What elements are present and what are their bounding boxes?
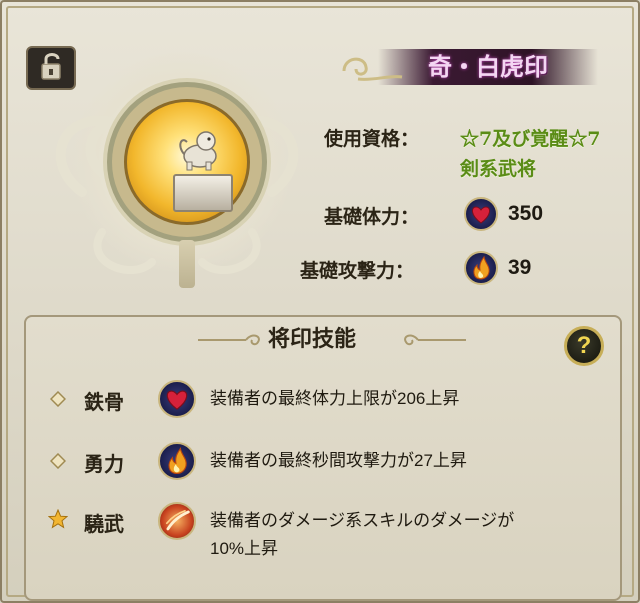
title-ornament-right-icon: [404, 334, 466, 346]
seal-tassel: [179, 240, 195, 288]
skill-icon-heart: [158, 380, 196, 418]
seal-title: 奇・白虎印: [428, 52, 548, 81]
seal-medallion-glow: [124, 99, 250, 225]
tiger-figure-icon: [179, 131, 217, 171]
qualification-label: 使用資格：: [324, 128, 420, 150]
hp-stat-icon: [464, 197, 498, 231]
heart-icon: [166, 390, 188, 410]
skill-name: 鉄骨: [84, 390, 124, 414]
item-detail-panel: 奇・白虎印 使用資格： ☆7及び覚醒☆7 剣系武将 基礎体力： 350 基礎攻撃…: [0, 0, 640, 603]
qualification-value-line2: 剣系武将: [460, 158, 537, 180]
skill-icon-slash: [158, 502, 196, 540]
unlock-icon: [41, 53, 61, 80]
skill-name: 勇力: [84, 452, 124, 476]
help-button[interactable]: ?: [564, 326, 604, 366]
skills-panel-title: 将印技能: [267, 326, 356, 352]
base-attack-label: 基礎攻撃力：: [300, 260, 415, 282]
skill-description: 装備者の最終体力上限が206上昇: [210, 389, 460, 408]
seal-medallion: [112, 87, 262, 237]
skill-description: 装備者の最終秒間攻撃力が27上昇: [210, 451, 467, 470]
diamond-bullet-icon: [50, 391, 66, 407]
base-hp-value: 350: [508, 202, 544, 225]
diamond-bullet-icon: [50, 453, 66, 469]
slash-icon: [165, 509, 190, 531]
skill-name: 驍武: [84, 512, 124, 536]
star-bullet-icon: [48, 509, 68, 529]
flame-icon: [473, 255, 490, 280]
seal-stamp-block: [173, 174, 233, 212]
skill-description-line2: 10%上昇: [210, 539, 279, 558]
base-hp-label: 基礎体力：: [324, 206, 420, 228]
flame-icon: [168, 447, 187, 475]
attack-stat-icon: [464, 251, 498, 285]
lock-button[interactable]: [26, 46, 76, 90]
skill-description-line1: 装備者のダメージ系スキルのダメージが: [210, 511, 515, 530]
seal-title-banner: 奇・白虎印: [338, 45, 618, 89]
seal-artwork: [42, 32, 312, 302]
skill-icon-flame: [158, 442, 196, 480]
heart-icon: [471, 206, 491, 224]
base-attack-value: 39: [508, 256, 532, 279]
qualification-value: ☆7及び覚醒☆7: [460, 128, 601, 150]
